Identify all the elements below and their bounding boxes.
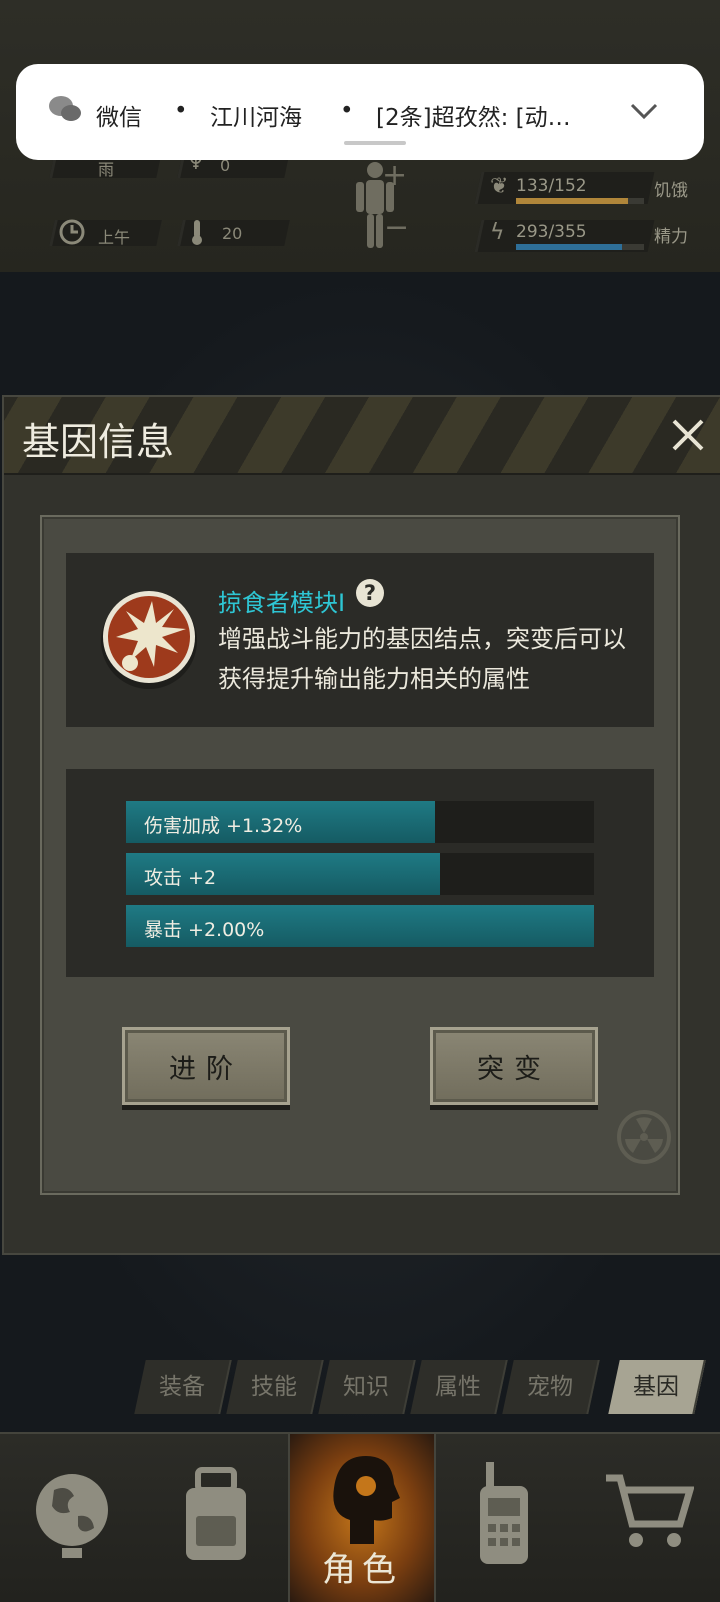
gene-name: 掠食者模块Ⅰ — [218, 589, 346, 617]
thermometer-icon — [192, 220, 202, 245]
energy-value: 293/355 — [516, 222, 587, 242]
hunger-bar — [516, 198, 644, 204]
time-text: 上午 — [98, 228, 131, 247]
panel-content: 掠食者模块Ⅰ ? 增强战斗能力的基因结点，突变后可以获得提升输出能力相关的属性 … — [40, 515, 680, 1195]
notification-message: [2条]超孜然: [动… — [376, 105, 571, 131]
clock-icon — [59, 219, 85, 245]
notification-sender: 江川河海 — [210, 105, 302, 131]
temperature-text: 20 — [222, 224, 243, 243]
tab-knowledge[interactable]: 知识 — [318, 1360, 416, 1414]
attribute-row: 攻击 +2 — [126, 853, 594, 895]
tab-genes[interactable]: 基因 — [608, 1360, 706, 1414]
gene-info-panel: 基因信息 掠食者模块Ⅰ ? 增强战斗能力的基因结点，突变后可以获得提升输出能力相… — [2, 395, 720, 1255]
nav-character-label: 角色 — [322, 1550, 402, 1590]
nav-inventory[interactable] — [144, 1434, 288, 1602]
nav-shop[interactable] — [576, 1434, 720, 1602]
attribute-label: 攻击 +2 — [144, 867, 217, 889]
tab-pets[interactable]: 宠物 — [502, 1360, 600, 1414]
attributes-box: 伤害加成 +1.32% 攻击 +2 暴击 +2.00% — [66, 769, 654, 977]
globe-icon — [36, 1474, 108, 1558]
energy-label: 精力 — [654, 227, 688, 247]
tab-skills[interactable]: 技能 — [226, 1360, 324, 1414]
panel-header: 基因信息 — [4, 397, 720, 475]
gene-description: 增强战斗能力的基因结点，突变后可以获得提升输出能力相关的属性 — [218, 625, 626, 693]
energy-bar-fill — [516, 244, 622, 250]
cart-icon — [606, 1474, 694, 1547]
energy-bar — [516, 244, 644, 250]
nav-radio[interactable] — [432, 1434, 576, 1602]
panel-title: 基因信息 — [22, 420, 175, 464]
separator-dot: • — [174, 98, 188, 124]
walkie-talkie-icon — [480, 1462, 528, 1564]
notification-app: 微信 — [96, 105, 142, 131]
attribute-label: 暴击 +2.00% — [144, 919, 265, 941]
tab-equipment[interactable]: 装备 — [134, 1360, 232, 1414]
tab-attributes[interactable]: 属性 — [410, 1360, 508, 1414]
hunger-value: 133/152 — [516, 176, 587, 196]
character-icon — [333, 1456, 400, 1544]
hunger-bar-fill — [516, 198, 628, 204]
gene-description-box: 掠食者模块Ⅰ ? 增强战斗能力的基因结点，突变后可以获得提升输出能力相关的属性 — [66, 553, 654, 727]
bottom-nav: 角色 — [0, 1432, 720, 1602]
wechat-icon — [49, 96, 81, 121]
stomach-icon: ❦ — [490, 174, 509, 199]
predator-gene-icon — [101, 591, 197, 689]
separator-dot: • — [340, 98, 354, 124]
character-tabs: 装备 技能 知识 属性 宠物 基因 — [0, 1360, 720, 1416]
help-icon[interactable]: ? — [356, 579, 384, 607]
drag-handle[interactable] — [344, 141, 406, 145]
attribute-row: 伤害加成 +1.32% — [126, 801, 594, 843]
radiation-icon — [617, 1110, 671, 1164]
attribute-label: 伤害加成 +1.32% — [144, 815, 303, 837]
backpack-icon — [186, 1467, 246, 1560]
nav-world[interactable] — [0, 1434, 144, 1602]
hunger-label: 饥饿 — [654, 181, 688, 201]
nav-character[interactable]: 角色 — [288, 1434, 436, 1602]
chevron-down-icon[interactable] — [630, 102, 658, 120]
wechat-notification[interactable]: 微信 • 江川河海 • [2条]超孜然: [动… — [16, 64, 704, 160]
plus-icon[interactable]: + — [382, 158, 407, 193]
close-icon[interactable] — [668, 415, 708, 455]
advance-button[interactable]: 进阶 — [122, 1027, 290, 1105]
minus-icon[interactable]: − — [384, 210, 409, 245]
mutate-button[interactable]: 突变 — [430, 1027, 598, 1105]
energy-icon: ϟ — [490, 220, 505, 245]
attribute-row: 暴击 +2.00% — [126, 905, 594, 947]
